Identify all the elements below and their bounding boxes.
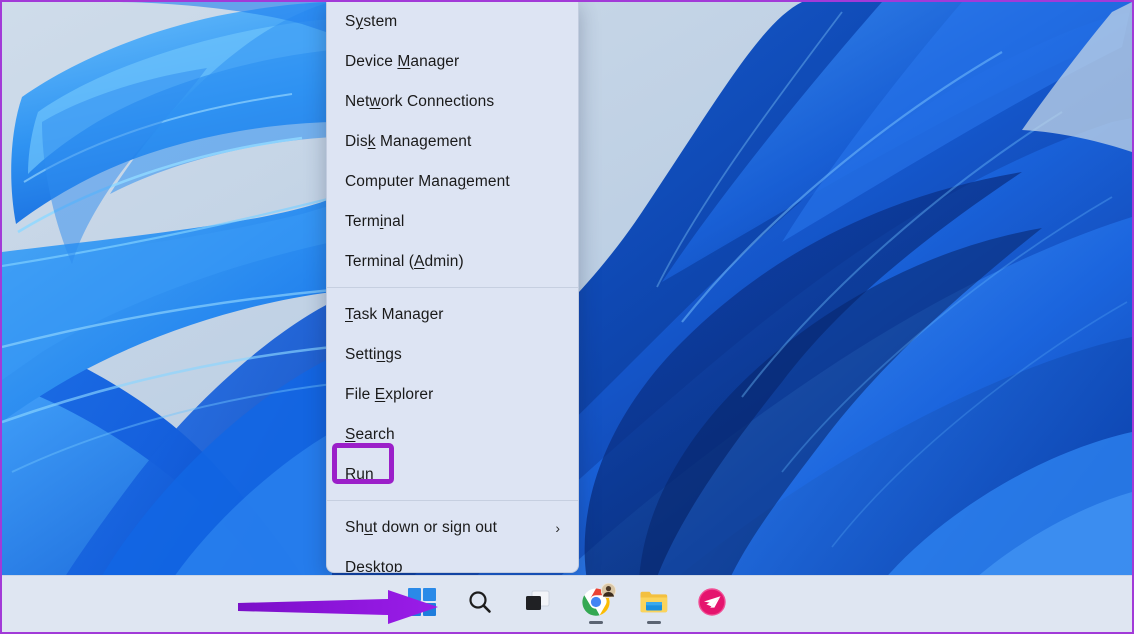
menu-item-label: Shut down or sign out [345,519,497,536]
search-button[interactable] [458,582,502,626]
menu-item-shut-down-or-sign-out[interactable]: Shut down or sign out › [327,508,578,548]
active-indicator [647,621,661,624]
menu-item-network-connections[interactable]: Network Connections [327,82,578,122]
menu-group-session: Shut down or sign out › Desktop [327,506,578,573]
menu-item-label: Task Manager [345,306,444,323]
menu-separator [327,500,578,501]
chrome-button[interactable] [574,582,618,626]
menu-item-disk-management[interactable]: Disk Management [327,122,578,162]
menu-item-label: Terminal [345,213,404,230]
menu-item-label: Search [345,426,395,443]
menu-group-system: System Device Manager Network Connection… [327,0,578,282]
menu-item-run[interactable]: Run [327,455,578,495]
menu-item-label: Run [345,466,374,483]
menu-item-label: Device Manager [345,53,459,70]
menu-item-settings[interactable]: Settings [327,335,578,375]
menu-item-terminal[interactable]: Terminal [327,202,578,242]
search-icon [466,588,494,621]
taskbar-icon-group [2,576,1132,632]
menu-item-label: Disk Management [345,133,471,150]
menu-item-task-manager[interactable]: Task Manager [327,295,578,335]
menu-item-label: Computer Management [345,173,510,190]
windows-logo-icon [408,588,436,621]
menu-item-terminal-admin[interactable]: Terminal (Admin) [327,242,578,282]
menu-item-label: System [345,13,397,30]
paper-plane-icon [698,588,726,621]
screenshot-root: System Device Manager Network Connection… [0,0,1134,634]
folder-icon [639,588,669,621]
menu-item-system[interactable]: System [327,2,578,42]
menu-item-desktop[interactable]: Desktop [327,548,578,573]
menu-item-label: Terminal (Admin) [345,253,464,270]
menu-item-label: Network Connections [345,93,494,110]
task-view-icon [524,588,552,621]
menu-item-computer-management[interactable]: Computer Management [327,162,578,202]
task-view-button[interactable] [516,582,560,626]
menu-item-label: Desktop [345,559,403,573]
menu-item-file-explorer[interactable]: File Explorer [327,375,578,415]
menu-item-search[interactable]: Search [327,415,578,455]
win-x-power-user-menu[interactable]: System Device Manager Network Connection… [326,0,579,573]
pink-app-button[interactable] [690,582,734,626]
menu-item-device-manager[interactable]: Device Manager [327,42,578,82]
menu-group-tools: Task Manager Settings File Explorer Sear… [327,293,578,495]
chevron-right-icon: › [555,508,560,548]
menu-separator [327,287,578,288]
start-button[interactable] [400,582,444,626]
active-indicator [589,621,603,624]
menu-item-label: File Explorer [345,386,433,403]
file-explorer-button[interactable] [632,582,676,626]
taskbar[interactable] [2,575,1132,632]
avatar [601,583,616,603]
menu-item-label: Settings [345,346,402,363]
